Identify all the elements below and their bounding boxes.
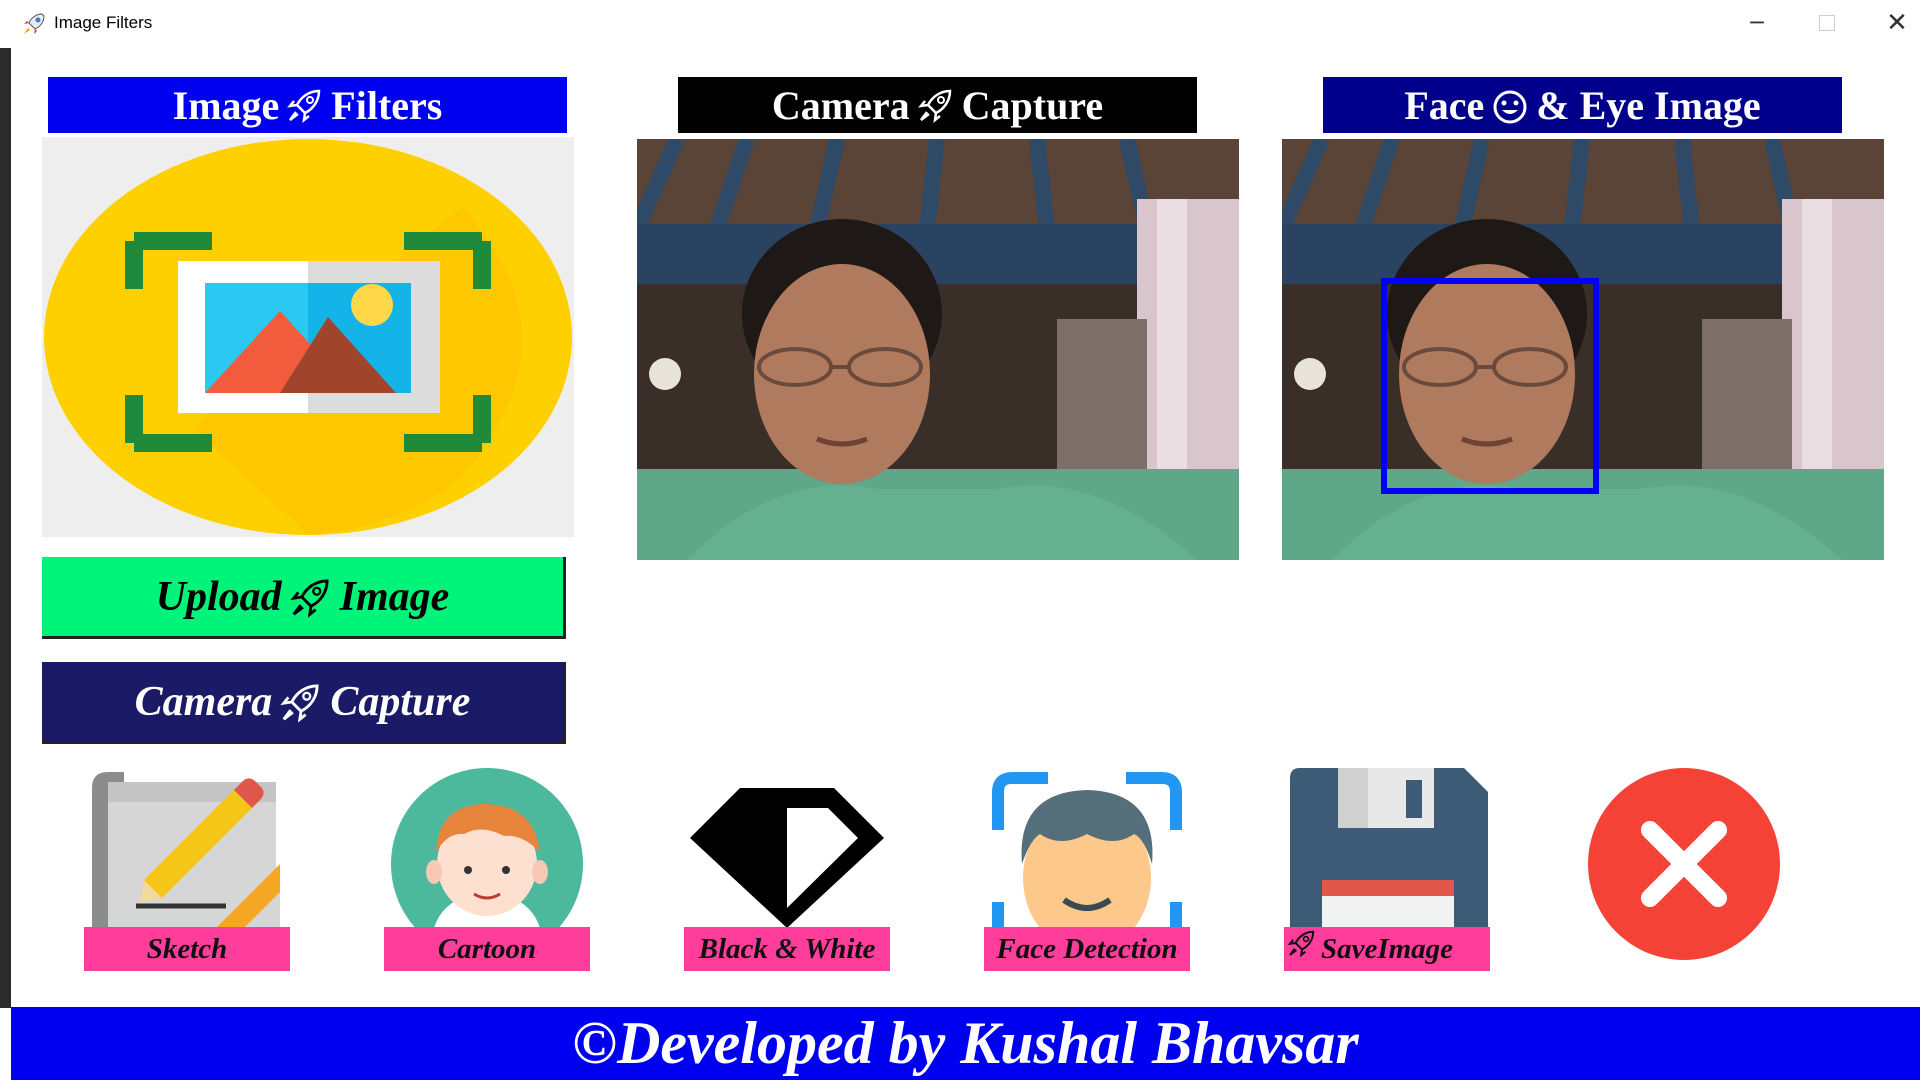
header-text: Capture (961, 82, 1104, 128)
developer-footer: ©Developed by Kushal Bhavsar (11, 1007, 1920, 1080)
header-text: Camera (771, 82, 910, 128)
rocket-icon (1287, 930, 1315, 958)
image-filters-header: Image Filters (48, 77, 567, 133)
minimize-button[interactable]: ─ (1724, 0, 1790, 46)
button-text: Camera (134, 678, 273, 725)
upload-image-button[interactable]: Upload Image (42, 557, 566, 639)
face-eye-header: Face & Eye Image (1323, 77, 1842, 133)
camera-capture-image (637, 139, 1239, 560)
save-image-button[interactable]: Save Image (1284, 768, 1490, 972)
sketch-label: Sketch (84, 927, 290, 971)
sketch-button[interactable]: Sketch (84, 768, 290, 972)
black-white-label: Black & White (684, 927, 890, 971)
cartoon-label: Cartoon (384, 927, 590, 971)
background-window-edge (0, 48, 11, 1008)
camera-capture-button[interactable]: Camera Capture (42, 662, 566, 744)
rocket-icon (280, 683, 319, 723)
button-text: Capture (330, 678, 471, 725)
sketch-pencil-icon (92, 772, 280, 928)
button-text: Image (339, 573, 450, 620)
rocket-app-icon (24, 13, 45, 34)
face-detection-button[interactable]: Face Detection (984, 768, 1190, 972)
close-window-button[interactable]: ✕ (1864, 0, 1920, 46)
save-image-label: Save Image (1284, 927, 1490, 971)
close-circle-icon[interactable] (1588, 768, 1780, 960)
face-eye-image (1282, 139, 1884, 560)
camera-capture-header: Camera Capture (678, 77, 1197, 133)
maximize-icon (1819, 15, 1835, 31)
rocket-icon (917, 89, 951, 123)
image-frame-icon (44, 139, 572, 535)
button-text: Upload (155, 573, 282, 620)
save-label-text: Save (1320, 932, 1378, 965)
rocket-icon (287, 89, 321, 123)
cartoon-face-icon (391, 768, 583, 928)
cartoon-button[interactable]: Cartoon (384, 768, 590, 972)
header-text: Image (172, 82, 280, 128)
rocket-icon (290, 578, 329, 618)
black-white-button[interactable]: Black & White (684, 768, 890, 972)
image-filters-logo (42, 137, 574, 537)
face-scan-icon (992, 772, 1182, 928)
close-icon: ✕ (1886, 8, 1908, 38)
title-bar: Image Filters ─ ✕ (0, 0, 1920, 48)
save-label-text: Image (1377, 932, 1454, 965)
smiley-icon (1493, 90, 1527, 124)
floppy-disk-icon (1290, 768, 1488, 928)
window-title: Image Filters (54, 13, 153, 32)
header-text: Face (1404, 82, 1485, 128)
minimize-icon: ─ (1750, 10, 1764, 36)
maximize-button[interactable] (1794, 0, 1860, 46)
header-text: Filters (331, 82, 443, 128)
contrast-diamond-icon (690, 788, 884, 928)
header-text: & Eye Image (1536, 82, 1761, 128)
face-detection-label: Face Detection (984, 927, 1190, 971)
